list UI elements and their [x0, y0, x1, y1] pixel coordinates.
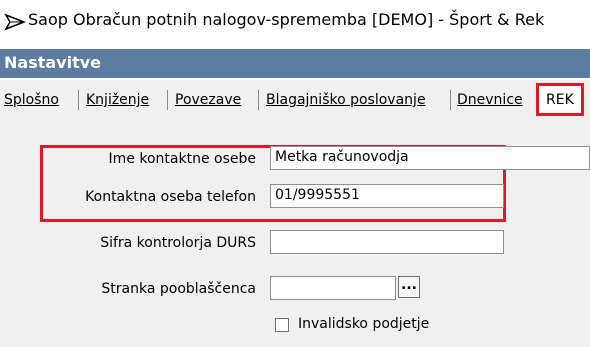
- tab-strip: Splošno Knjiženje Povezave Blagajniško p…: [0, 80, 590, 118]
- arrow-app-icon: [4, 13, 26, 31]
- section-title: Nastavitve: [4, 53, 101, 72]
- controller-id-label: Sifra kontrolorja DURS: [100, 235, 256, 251]
- tab-blagajnisko-poslovanje[interactable]: Blagajniško poslovanje: [266, 92, 426, 108]
- tab-separator: [78, 90, 79, 110]
- tab-splosno[interactable]: Splošno: [4, 92, 59, 108]
- tab-separator: [258, 90, 259, 110]
- tab-rek[interactable]: REK: [536, 83, 584, 116]
- browse-button[interactable]: ...: [398, 276, 420, 298]
- tab-separator: [167, 90, 168, 110]
- title-bar: Saop Obračun potnih nalogov-sprememba [D…: [0, 0, 590, 44]
- tab-knjizenje[interactable]: Knjiženje: [86, 92, 149, 108]
- contact-name-label: Ime kontaktne osebe: [108, 151, 256, 167]
- tab-dnevnice[interactable]: Dnevnice: [457, 92, 523, 108]
- tab-povezave[interactable]: Povezave: [175, 92, 241, 108]
- disabled-company-checkbox[interactable]: [275, 318, 289, 332]
- tab-rek-label: REK: [546, 92, 574, 108]
- window-title: Saop Obračun potnih nalogov-sprememba [D…: [28, 10, 545, 29]
- contact-phone-label: Kontaktna oseba telefon: [85, 189, 256, 205]
- authorized-party-label: Stranka pooblaščenca: [101, 281, 256, 297]
- tab-separator: [450, 90, 451, 110]
- contact-name-field[interactable]: Metka računovodja: [270, 146, 590, 170]
- controller-id-field[interactable]: [270, 230, 504, 254]
- disabled-company-label: Invalidsko podjetje: [298, 316, 430, 332]
- authorized-party-field[interactable]: [270, 276, 396, 300]
- contact-phone-field[interactable]: 01/9995551: [270, 184, 504, 208]
- section-header: Nastavitve: [0, 49, 590, 78]
